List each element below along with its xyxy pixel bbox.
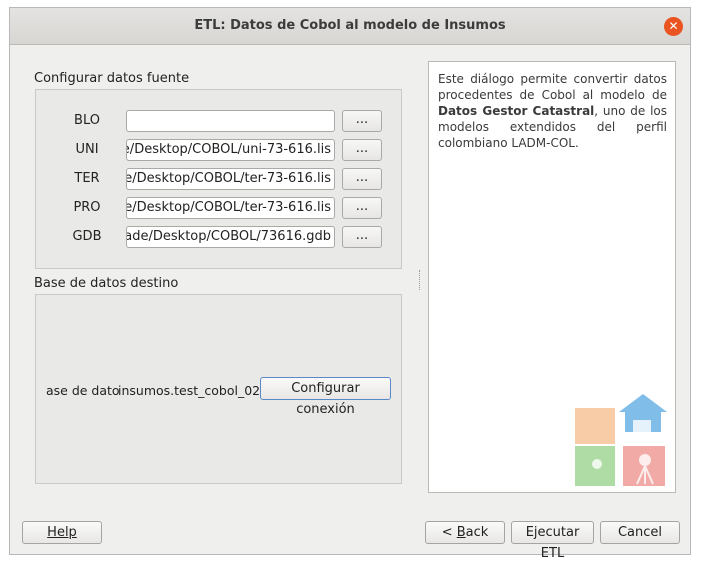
uni-browse-button[interactable]: ... <box>342 139 382 161</box>
source-section-heading: Configurar datos fuente <box>34 71 190 86</box>
logo-piece-orange <box>575 408 615 444</box>
uni-path-input[interactable]: ade/Desktop/COBOL/uni-73-616.lis <box>126 139 335 161</box>
target-db-value: insumos.test_cobol_02 <box>118 383 261 398</box>
ter-path-input[interactable]: ade/Desktop/COBOL/ter-73-616.lis <box>126 168 335 190</box>
window-title: ETL: Datos de Cobol al modelo de Insumos <box>194 18 506 33</box>
gdb-browse-button[interactable]: ... <box>342 226 382 248</box>
gdb-path-input[interactable]: shade/Desktop/COBOL/73616.gdb <box>126 226 335 248</box>
uni-label: UNI <box>75 142 99 157</box>
target-section-heading: Base de datos destino <box>34 276 179 291</box>
help-button[interactable]: Help <box>22 521 102 544</box>
etl-dialog-window: ETL: Datos de Cobol al modelo de Insumos… <box>9 7 691 561</box>
back-button[interactable]: < Back <box>425 521 505 544</box>
cancel-button[interactable]: Cancel <box>600 521 680 544</box>
help-pane: Este diálogo permite convertir datos pro… <box>428 61 676 493</box>
blo-browse-button[interactable]: ... <box>342 110 382 132</box>
target-db-label: ase de dato <box>46 383 120 398</box>
pro-browse-button[interactable]: ... <box>342 197 382 219</box>
pro-label: PRO <box>73 200 101 215</box>
close-button[interactable]: ✕ <box>664 17 683 36</box>
panel-splitter-handle[interactable] <box>419 270 422 290</box>
blo-path-input[interactable] <box>126 110 335 132</box>
ter-label: TER <box>74 171 100 186</box>
close-icon: ✕ <box>668 19 679 33</box>
blo-label: BLO <box>74 113 100 128</box>
ter-browse-button[interactable]: ... <box>342 168 382 190</box>
run-etl-button[interactable]: Ejecutar ETL <box>511 521 594 561</box>
help-description: Este diálogo permite convertir datos pro… <box>438 72 667 150</box>
configure-connection-button[interactable]: Configurar conexión <box>260 377 391 417</box>
title-bar[interactable]: ETL: Datos de Cobol al modelo de Insumos… <box>10 8 690 45</box>
pro-path-input[interactable]: ade/Desktop/COBOL/ter-73-616.lis <box>126 197 335 219</box>
source-group-box: BLO ... UNI ade/Desktop/COBOL/uni-73-616… <box>35 89 402 269</box>
asistente-ladm-col-logo <box>575 394 667 486</box>
gdb-label: GDB <box>72 229 102 244</box>
